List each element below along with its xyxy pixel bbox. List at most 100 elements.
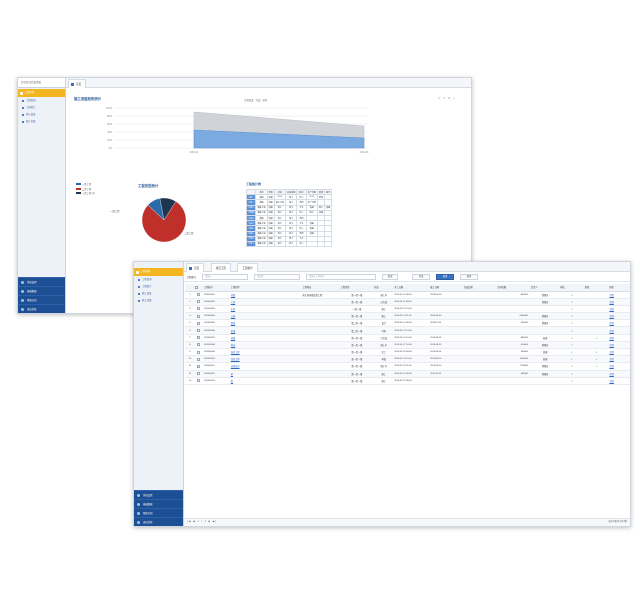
project-name-link[interactable]: 水利 <box>229 305 298 314</box>
project-name-link[interactable]: 绿化工程 <box>229 348 298 357</box>
detail-link[interactable]: 详情 <box>608 305 630 314</box>
detail-link[interactable]: 详情 <box>608 355 630 364</box>
row-index: 5 <box>185 319 194 328</box>
project-name-input[interactable]: 请输入工程名称 <box>306 274 376 280</box>
project-name-link[interactable]: 桥梁 <box>229 326 298 335</box>
project-name-link[interactable]: 管道 <box>229 341 298 350</box>
audit-check-icon: ✓ <box>559 319 584 328</box>
start-date: 2019-01-10 08:00 <box>393 291 430 299</box>
chart-toolbox-icons[interactable]: ⊙ ≡ ⊕ ⤓ <box>438 96 456 100</box>
row-checkbox[interactable] <box>193 355 203 364</box>
sidebar-bottom-logout[interactable]: 退出系统 <box>18 304 65 313</box>
table-row[interactable]: 10 201900010 改造工程 第一类一级 审核 2019-01-19 10:00 20… <box>185 355 630 364</box>
tab-home[interactable]: 首页 <box>68 79 87 88</box>
detail-link[interactable]: 详情 <box>608 370 630 378</box>
project-name-link[interactable]: 路 <box>229 377 298 385</box>
row-checkbox[interactable] <box>193 305 203 314</box>
sidebar-bottom-base-data[interactable]: 基础数据 <box>134 499 183 508</box>
table-row[interactable]: 6 201900006 桥梁 第二类一级 待审 2019-01-15 14:00 ✓ 详情 <box>185 326 630 335</box>
project-name-link[interactable]: 改造工程 <box>229 355 298 364</box>
legend-item[interactable]: 实际 <box>262 99 267 102</box>
row-checkbox[interactable] <box>193 341 203 350</box>
table-row[interactable]: 2 201900002 大桥 第一类一级 已完成 2019-01-11 09:00 管理员 ✓… <box>185 298 630 306</box>
row-checkbox[interactable] <box>193 312 203 321</box>
sidebar-item-engineering[interactable]: 工程管理 <box>134 268 183 276</box>
start-date: 2019-01-21 08:00 <box>393 370 430 378</box>
sidebar-item-engineering[interactable]: 工程管理 <box>18 89 65 97</box>
project-number-input[interactable]: 请输入 <box>202 274 248 280</box>
sidebar-bottom-logout[interactable]: 退出系统 <box>134 517 183 526</box>
row-checkbox[interactable] <box>193 334 203 342</box>
table-cell: 道路 <box>266 240 275 248</box>
detail-link[interactable]: 详情 <box>608 326 630 335</box>
x-tick-label: 2019-06 <box>360 151 369 154</box>
select-all-checkbox[interactable] <box>193 284 203 292</box>
table-row[interactable]: 3 201900003 水利 一类一级 施工 2019-01-12 10:00 ✓ 详情 <box>185 305 630 314</box>
detail-link[interactable]: 详情 <box>608 334 630 342</box>
export-button[interactable]: 导出 <box>412 274 430 280</box>
tab-project[interactable]: 项目工程 <box>210 263 232 272</box>
row-checkbox[interactable] <box>193 370 203 378</box>
project-name-link[interactable]: 公路 <box>229 312 298 321</box>
table-row[interactable]: 13 201900013 路 第一类一级 施工 2019-01-22 08:00 ✓ 详情 <box>185 377 630 385</box>
project-name-link[interactable]: 桥 <box>229 370 298 378</box>
row-checkbox[interactable] <box>193 377 203 385</box>
detail-link[interactable]: 详情 <box>608 312 630 321</box>
tab-home[interactable]: 首页 <box>186 263 205 272</box>
sidebar-item-stats[interactable]: 工程统计 <box>134 283 183 290</box>
sidebar-item-progress[interactable]: 施工进度 <box>18 111 65 118</box>
sidebar-item-stats[interactable]: 工程统计 <box>18 104 65 111</box>
pie-label: 一类工程 <box>110 209 120 213</box>
table-row[interactable]: 8 201900008 管道 第一类一级 施工中 2019-01-17 16:00 2019… <box>185 341 630 350</box>
finish-date <box>462 298 497 306</box>
add-button[interactable]: 新增 <box>436 274 454 280</box>
detail-link[interactable]: 详情 <box>608 291 630 299</box>
sidebar-bottom-settings[interactable]: 系统设置 <box>134 490 183 499</box>
project-name-link[interactable]: 大桥 <box>229 298 298 306</box>
row-label-button[interactable]: 工程十 <box>245 240 257 248</box>
filter-label: 工程编号 <box>186 276 197 279</box>
project-name-link[interactable]: 隧道 <box>229 319 298 328</box>
search-button[interactable]: 查询 <box>382 274 398 280</box>
table-row[interactable]: 7 201900007 道路 第一类一级 已完成 2019-01-16 15:00 2019… <box>185 334 630 342</box>
row-checkbox[interactable] <box>193 291 203 299</box>
row-checkbox[interactable] <box>193 326 203 335</box>
legend-item[interactable]: 完成 <box>256 99 261 102</box>
table-row[interactable]: 5 201900005 隧道 第二类一级 设计 2019-01-14 08:30 2019-… <box>185 319 630 328</box>
pagination-nav[interactable]: |◀ ◀ 1 / 1 ▶ ▶| <box>187 519 217 526</box>
detail-link[interactable]: 详情 <box>608 341 630 350</box>
more-button[interactable]: 更多 <box>460 274 478 280</box>
project-type: 第一类一级 <box>339 291 374 299</box>
sidebar-item-ledger[interactable]: 施工台账 <box>18 118 65 125</box>
table-row[interactable]: 1 201900001 道路 南大桥道路改造工程 第一类一级 施工中 2019-01-10 … <box>185 291 630 299</box>
project-name-link[interactable]: 道路改造 <box>229 362 298 371</box>
sidebar-bottom-help[interactable]: 帮助文档 <box>134 508 183 517</box>
type-select[interactable]: 请选择 <box>254 274 300 280</box>
detail-link[interactable]: 详情 <box>608 362 630 371</box>
sidebar-bottom-base-data[interactable]: 基础数据 <box>18 286 65 295</box>
detail-link[interactable]: 详情 <box>608 348 630 357</box>
detail-link[interactable]: 详情 <box>608 298 630 306</box>
legend-item[interactable]: 计划进度 <box>244 99 254 102</box>
pie-legend-item[interactable]: 三类工程 (1) <box>76 192 95 197</box>
tab-stats[interactable]: 工程统计 <box>237 263 258 272</box>
start-date: 2019-01-14 08:30 <box>393 319 430 328</box>
row-checkbox[interactable] <box>193 362 203 371</box>
table-row[interactable]: 9 201900009 绿化工程 第一类一级 完工 2019-01-18 09:00 201… <box>185 348 630 357</box>
row-checkbox[interactable] <box>193 319 203 328</box>
table-row[interactable]: 4 201900004 公路 第一类一级 施工 2019-01-13 11:00 2019-… <box>185 312 630 321</box>
table-row[interactable]: 11 201900011 道路改造 第一类一级 施工中 2019-01-20 11:00 2… <box>185 362 630 371</box>
row-checkbox[interactable] <box>193 298 203 306</box>
sidebar-item-query[interactable]: 工程查询 <box>134 276 183 283</box>
sidebar-item-query[interactable]: 工程查询 <box>18 97 65 104</box>
detail-link[interactable]: 详情 <box>608 319 630 328</box>
sidebar-item-progress[interactable]: 施工进度 <box>134 290 183 297</box>
project-name-link[interactable]: 道路 <box>229 291 298 299</box>
sidebar-bottom-help[interactable]: 帮助文档 <box>18 295 65 304</box>
row-checkbox[interactable] <box>193 348 203 357</box>
sidebar-bottom-settings[interactable]: 系统设置 <box>18 277 65 286</box>
detail-link[interactable]: 详情 <box>608 377 630 385</box>
sidebar-item-ledger[interactable]: 施工台账 <box>134 297 183 304</box>
table-row[interactable]: 12 201900012 桥 第一类一级 施工 2019-01-21 08:00 2019-… <box>185 370 630 378</box>
project-name-link[interactable]: 道路 <box>229 334 298 342</box>
